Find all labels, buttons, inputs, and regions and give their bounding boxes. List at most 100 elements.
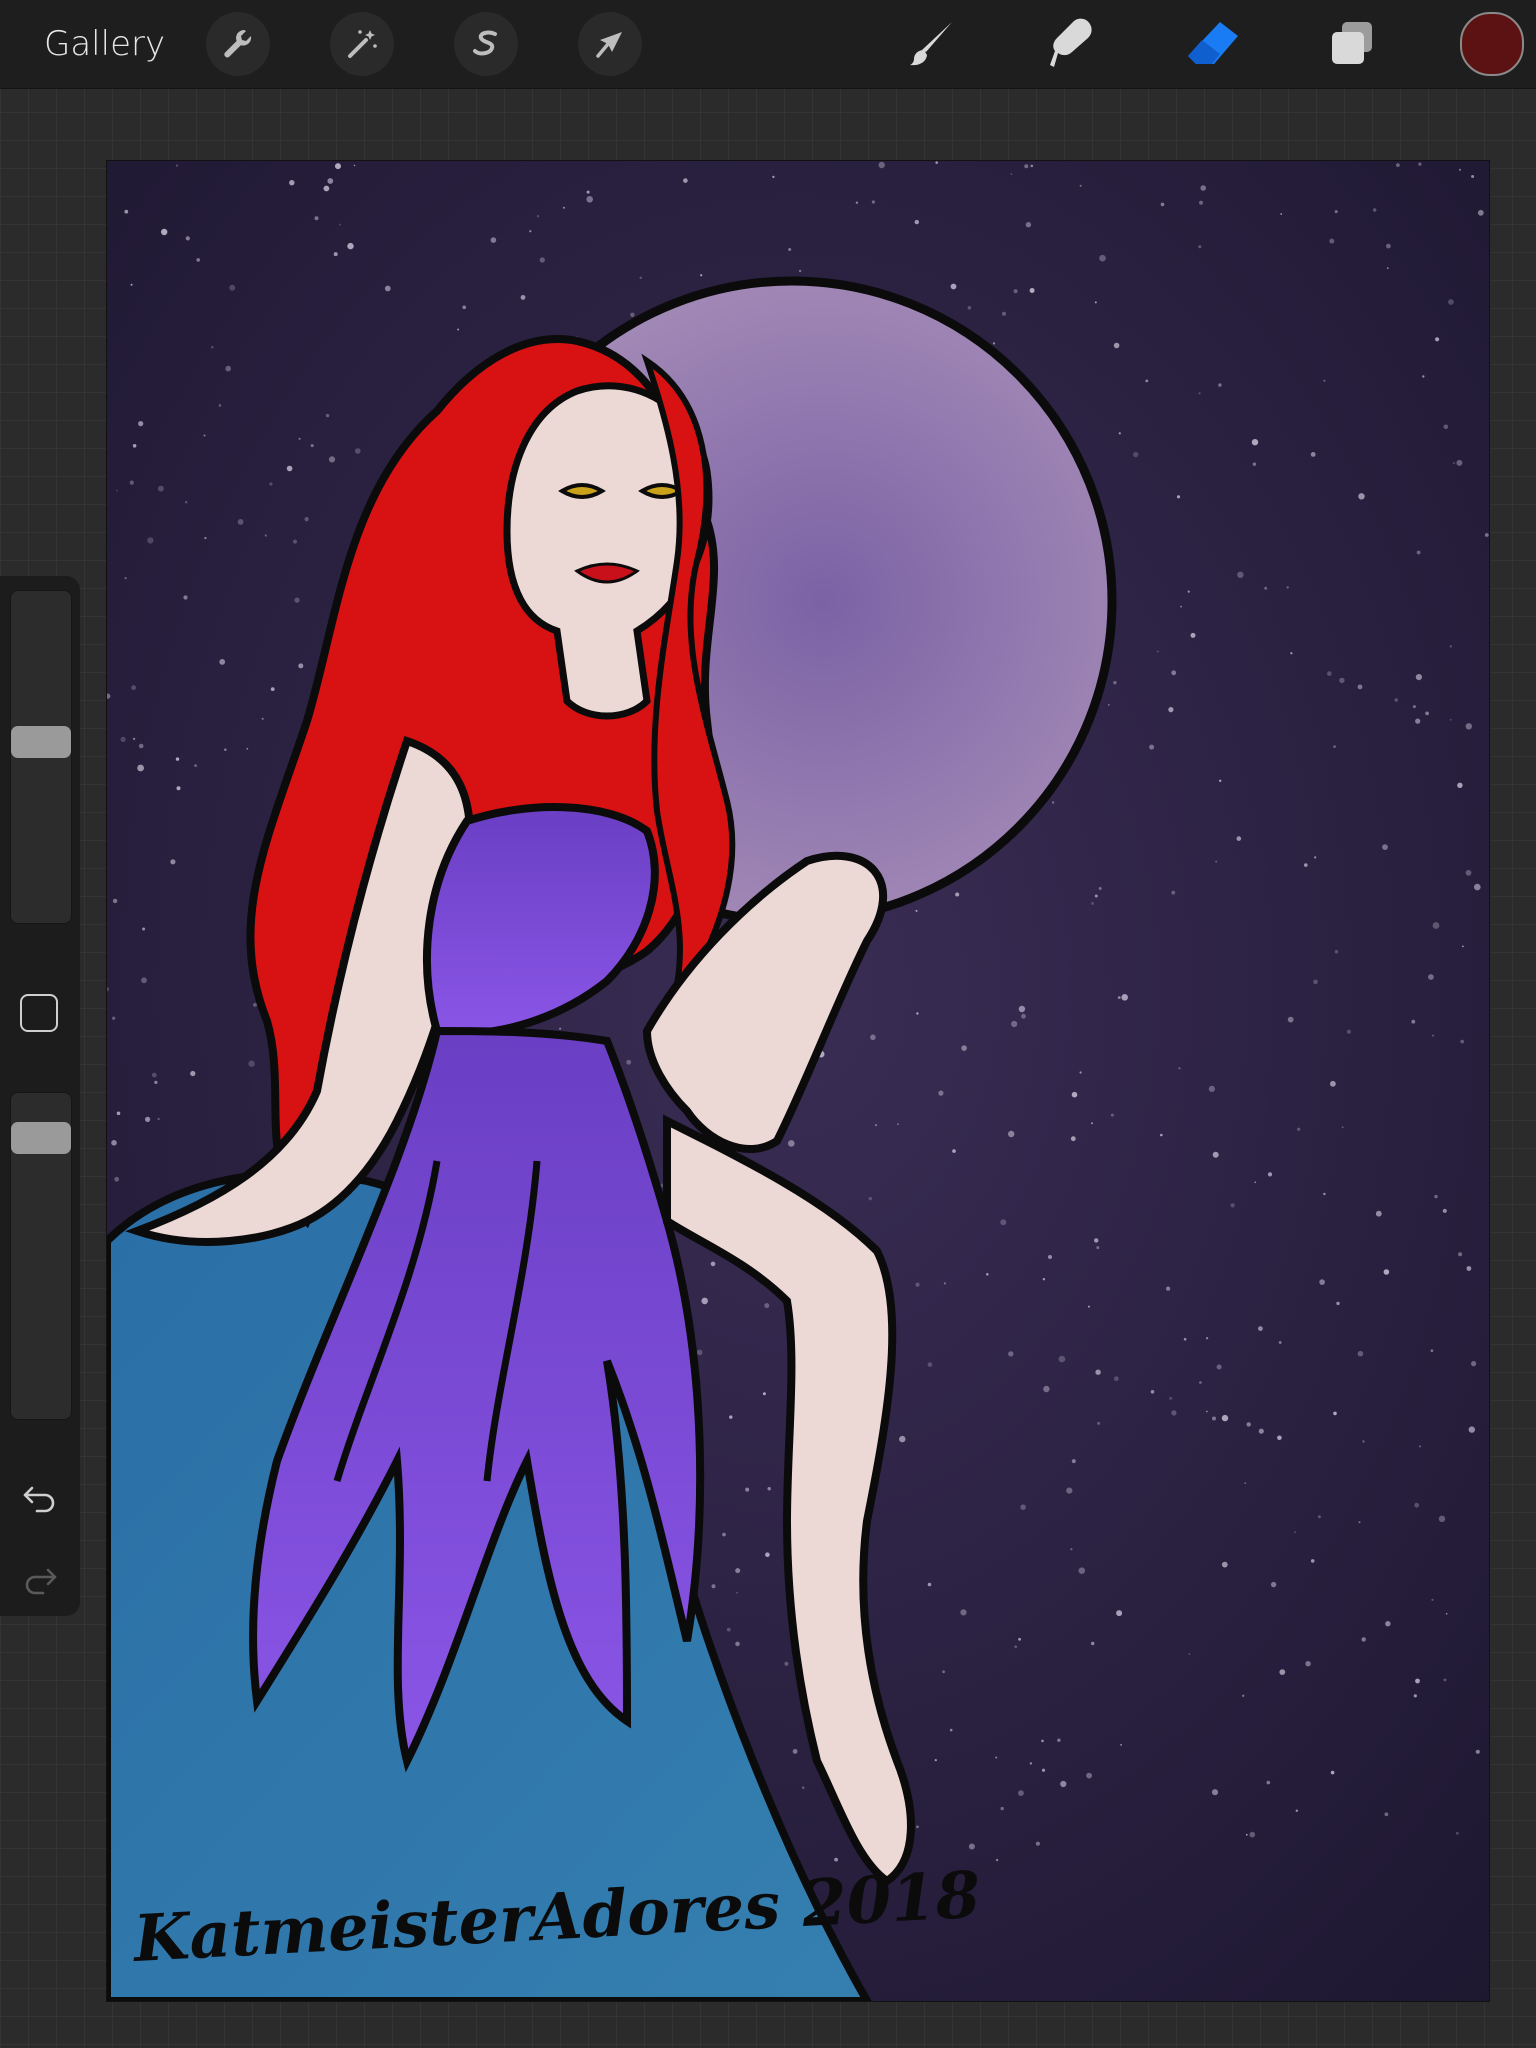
star-speck (1329, 238, 1335, 244)
modify-square-icon[interactable] (20, 994, 58, 1032)
brush-size-slider-thumb[interactable] (11, 726, 71, 758)
star-speck (1048, 1255, 1052, 1259)
brush-tool-button[interactable] (898, 10, 966, 78)
star-speck (1333, 1411, 1337, 1416)
star-speck (1091, 1641, 1095, 1646)
star-speck (183, 595, 188, 600)
star-speck (1267, 1172, 1273, 1177)
opacity-slider-thumb[interactable] (11, 1122, 71, 1155)
star-speck (1415, 1678, 1420, 1684)
star-speck (1386, 243, 1391, 249)
star-speck (1171, 670, 1177, 676)
star-speck (304, 517, 309, 522)
star-speck (1358, 493, 1365, 500)
gallery-button[interactable]: Gallery (44, 22, 165, 66)
smudge-tool-button[interactable] (1036, 10, 1104, 78)
star-speck (157, 485, 164, 492)
star-speck (1336, 1301, 1340, 1306)
transform-button[interactable] (578, 12, 642, 76)
star-speck (1290, 652, 1293, 655)
star-speck (132, 737, 136, 741)
redo-button[interactable] (18, 1558, 62, 1602)
star-speck (626, 1059, 632, 1065)
star-speck (1305, 1661, 1311, 1667)
star-speck (1341, 1126, 1344, 1129)
star-speck (735, 1641, 740, 1647)
star-speck (1113, 342, 1120, 349)
star-speck (1058, 1355, 1066, 1363)
star-speck (248, 1060, 255, 1067)
left-eye (558, 483, 606, 499)
star-speck (1432, 922, 1440, 929)
star-speck (764, 1303, 770, 1309)
star-speck (767, 1487, 771, 1491)
star-speck (116, 489, 118, 492)
star-speck (1221, 1561, 1228, 1568)
star-speck (1411, 1019, 1416, 1024)
eraser-tool-button[interactable] (1180, 10, 1248, 78)
star-speck (1474, 883, 1481, 891)
opacity-slider[interactable] (10, 1092, 72, 1420)
drawing-canvas[interactable]: KatmeisterAdores 2018 (106, 160, 1490, 2002)
star-speck (286, 465, 293, 472)
star-speck (1091, 901, 1094, 905)
star-speck (1180, 605, 1182, 608)
star-speck (1198, 392, 1201, 395)
layers-icon (1332, 22, 1372, 64)
star-speck (1121, 994, 1128, 1001)
star-speck (1323, 379, 1326, 382)
star-speck (264, 534, 267, 537)
star-speck (1459, 168, 1461, 171)
star-speck (1264, 586, 1268, 590)
selection-button[interactable] (454, 12, 518, 76)
star-speck (529, 230, 532, 233)
star-speck (1357, 684, 1363, 690)
star-speck (1295, 1809, 1299, 1812)
star-speck (124, 577, 127, 580)
star-speck (1416, 550, 1421, 555)
star-speck (1066, 1487, 1073, 1494)
star-speck (339, 223, 342, 226)
star-speck (943, 1282, 947, 1285)
star-speck (1171, 890, 1176, 895)
layers-button[interactable] (1318, 10, 1386, 78)
adjustments-button[interactable] (330, 12, 394, 76)
star-speck (218, 404, 222, 407)
star-speck (138, 743, 144, 749)
star-speck (355, 448, 361, 454)
star-speck (868, 1196, 872, 1201)
actions-button[interactable] (206, 12, 270, 76)
undo-button[interactable] (18, 1476, 62, 1520)
brush-size-slider[interactable] (10, 590, 72, 924)
star-speck (1150, 1390, 1155, 1394)
star-speck (1287, 1016, 1294, 1023)
star-speck (1484, 533, 1489, 537)
star-speck (961, 1045, 967, 1051)
star-speck (1456, 459, 1463, 466)
star-speck (683, 178, 688, 183)
star-speck (333, 252, 338, 257)
star-speck (772, 175, 775, 179)
star-speck (1358, 1521, 1361, 1524)
star-speck (899, 1435, 906, 1443)
star-speck (1160, 202, 1165, 207)
color-picker-swatch[interactable] (1460, 12, 1524, 76)
star-speck (1460, 1039, 1464, 1044)
star-speck (745, 1487, 750, 1492)
star-speck (1013, 289, 1018, 294)
eraser-icon (1188, 22, 1238, 64)
star-speck (1160, 1133, 1163, 1137)
star-speck (788, 248, 792, 251)
star-speck (1438, 1515, 1446, 1523)
star-speck (1057, 1738, 1061, 1742)
star-speck (185, 236, 190, 241)
star-speck (802, 1786, 805, 1789)
star-speck (949, 1728, 953, 1732)
star-speck (1471, 1361, 1477, 1367)
star-speck (457, 328, 460, 331)
star-speck (1333, 745, 1336, 748)
star-speck (1457, 782, 1463, 788)
star-speck (1094, 301, 1097, 304)
star-speck (1246, 1422, 1251, 1427)
star-speck (293, 539, 297, 544)
